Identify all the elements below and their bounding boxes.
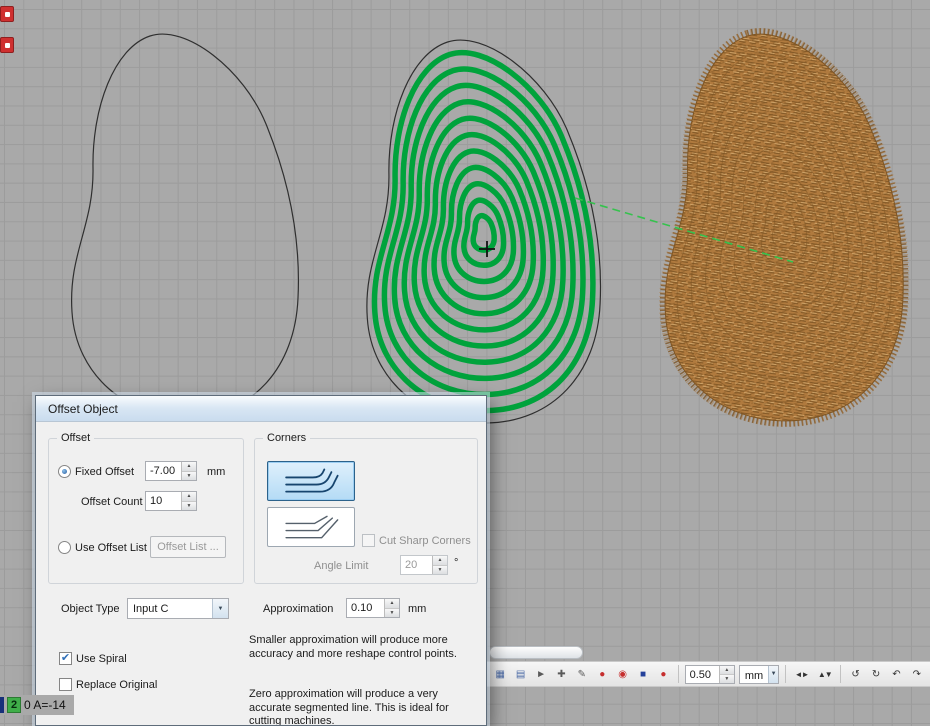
approximation-unit: mm (408, 603, 426, 615)
spin-down-icon[interactable]: ▼ (720, 675, 734, 683)
add-node-icon[interactable]: ✚ (553, 666, 569, 683)
cut-sharp-corners-checkbox[interactable] (362, 534, 375, 547)
spin-down-icon[interactable]: ▼ (182, 472, 196, 481)
mirror-horizontal-icon[interactable]: ◄► (792, 666, 811, 683)
chevron-down-icon: ▼ (212, 599, 228, 618)
object-type-select[interactable]: Input C ▼ (127, 598, 229, 619)
snap-grid-icon[interactable]: ▤ (512, 666, 528, 683)
offset-object-dialog: Offset Object Offset Fixed Offset -7.00 … (35, 395, 487, 726)
spin-down-icon[interactable]: ▼ (433, 566, 447, 575)
spin-up-icon[interactable]: ▲ (385, 599, 399, 609)
angle-limit-unit: ° (454, 557, 458, 569)
offset-count-input[interactable]: 10 ▲ ▼ (145, 491, 197, 511)
stitch-point-icon[interactable]: ● (594, 666, 610, 683)
spin-down-icon[interactable]: ▼ (182, 502, 196, 511)
fixed-offset-input[interactable]: -7.00 ▲ ▼ (145, 461, 197, 481)
use-spiral-checkbox[interactable]: ✔ (59, 652, 72, 665)
toolbar-separator (840, 665, 841, 683)
sharp-corners-icon (275, 511, 347, 543)
toolbar-separator (785, 665, 786, 683)
entry-point-icon[interactable]: ◉ (614, 666, 630, 683)
stitched-object[interactable] (664, 32, 905, 423)
use-spiral-label: Use Spiral (76, 653, 127, 665)
grid-icon[interactable]: ▦ (492, 666, 508, 683)
outline-width-input[interactable]: 0.50 ▲ ▼ (685, 665, 735, 684)
color-film-status: 2 0 A=-14 (0, 695, 74, 715)
offset-list-button[interactable]: Offset List ... (150, 536, 226, 558)
angle-limit-label: Angle Limit (314, 560, 368, 572)
spin-down-icon[interactable]: ▼ (385, 609, 399, 618)
spin-up-icon[interactable]: ▲ (433, 556, 447, 566)
use-offset-list-radio[interactable] (58, 541, 71, 554)
bottom-toolbar: ▦ ▤ ► ✚ ✎ ● ◉ ■ ● 0.50 ▲ ▼ mm ▼ ◄► ▲▼ ↺ … (486, 661, 930, 687)
unit-select[interactable]: mm ▼ (739, 665, 779, 684)
corners-group-label: Corners (263, 432, 310, 444)
reshape-icon[interactable]: ✎ (574, 666, 590, 683)
dialog-body: Offset Fixed Offset -7.00 ▲ ▼ mm Offset … (36, 422, 486, 725)
spin-up-icon[interactable]: ▲ (720, 666, 734, 675)
cut-sharp-corners-label: Cut Sharp Corners (379, 535, 471, 547)
offset-group-label: Offset (57, 432, 94, 444)
horizontal-scrollbar[interactable] (489, 646, 583, 659)
offset-preview-object[interactable] (367, 40, 601, 423)
chevron-down-icon: ▼ (768, 666, 778, 683)
fixed-offset-label: Fixed Offset (75, 466, 134, 478)
angle-limit-input[interactable]: 20 ▲ ▼ (400, 555, 448, 575)
color-1-chip[interactable] (0, 697, 4, 713)
approximation-input[interactable]: 0.10 ▲ ▼ (346, 598, 400, 618)
rotate-ccw-45-icon[interactable]: ↶ (888, 666, 904, 683)
fixed-offset-unit: mm (207, 466, 225, 478)
approximation-note-smaller: Smaller approximation will produce more … (249, 634, 477, 661)
status-text: 0 A=-14 (24, 698, 66, 712)
toolbar-separator (678, 665, 679, 683)
dialog-title: Offset Object (48, 402, 118, 416)
sharp-corners-button[interactable] (267, 507, 355, 547)
offset-group: Offset Fixed Offset -7.00 ▲ ▼ mm Offset … (48, 438, 244, 584)
offset-contours[interactable] (374, 53, 592, 411)
round-corners-button[interactable] (267, 461, 355, 501)
rotate-right-icon[interactable]: ↻ (868, 666, 884, 683)
approximation-note-zero: Zero approximation will produce a very a… (249, 688, 477, 725)
corners-group: Corners (254, 438, 478, 584)
outline-object[interactable] (72, 34, 299, 417)
spin-up-icon[interactable]: ▲ (182, 462, 196, 472)
offset-count-label: Offset Count (81, 496, 143, 508)
approximation-label: Approximation (263, 603, 333, 615)
round-corners-icon (275, 465, 347, 497)
start-end-icon[interactable]: ■ (635, 666, 651, 683)
use-offset-list-label: Use Offset List (75, 542, 147, 554)
pointer-icon[interactable]: ► (533, 666, 549, 683)
fixed-offset-radio[interactable] (58, 465, 71, 478)
docked-tool-icon-1[interactable] (0, 6, 14, 22)
rotate-left-icon[interactable]: ↺ (847, 666, 863, 683)
rotate-cw-45-icon[interactable]: ↷ (909, 666, 925, 683)
stop-point-icon[interactable]: ● (655, 666, 671, 683)
mirror-vertical-icon[interactable]: ▲▼ (815, 666, 834, 683)
color-2-chip[interactable]: 2 (7, 697, 21, 713)
docked-tool-icon-2[interactable] (0, 37, 14, 53)
replace-original-checkbox[interactable] (59, 678, 72, 691)
spin-up-icon[interactable]: ▲ (182, 492, 196, 502)
replace-original-label: Replace Original (76, 679, 157, 691)
dialog-titlebar[interactable]: Offset Object (36, 396, 486, 422)
object-type-label: Object Type (61, 603, 120, 615)
